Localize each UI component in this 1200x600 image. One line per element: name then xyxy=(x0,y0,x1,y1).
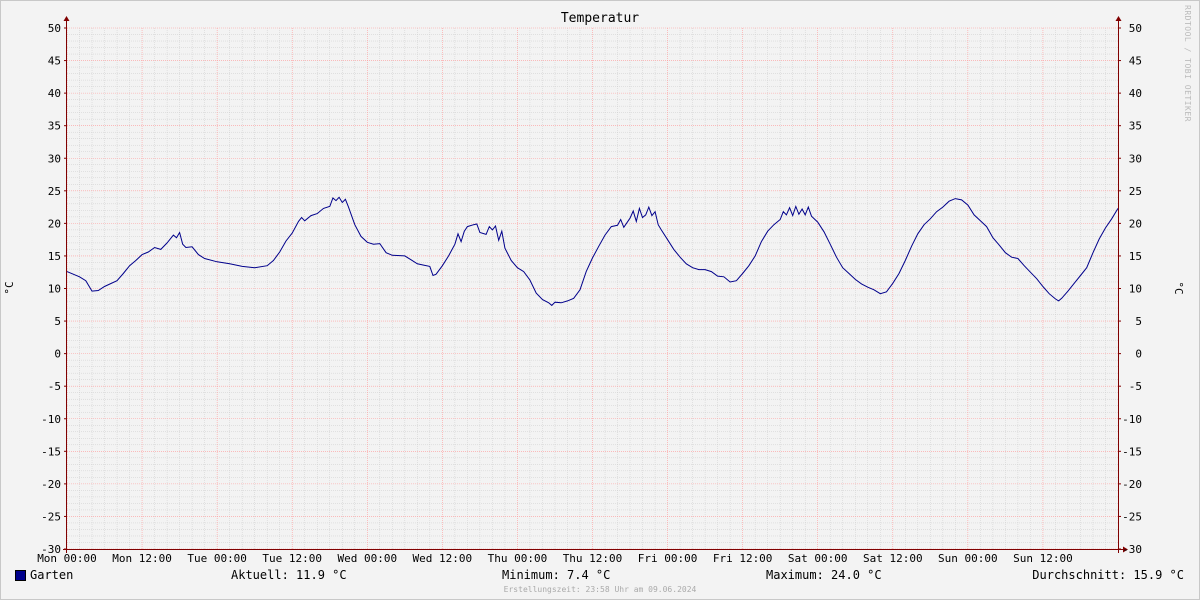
y-tick-label-left: 40 xyxy=(48,87,61,100)
rrdtool-watermark: RRDTOOL / TOBI OETIKER xyxy=(1183,5,1192,122)
y-tick-label-left: 30 xyxy=(48,152,61,165)
x-tick-label: Thu 12:00 xyxy=(563,552,623,565)
y-tick-label-right: 45 xyxy=(1129,55,1142,68)
y-tick-label-right: 30 xyxy=(1129,152,1142,165)
y-tick-label-left: 5 xyxy=(54,315,61,328)
x-tick-label: Mon 00:00 xyxy=(37,552,97,565)
y-tick-labels-right: 50454035302520151050-5-10-15-20-25-30 xyxy=(1122,22,1142,556)
temperature-chart: 50454035302520151050-5-10-15-20-25-30 50… xyxy=(3,16,1185,565)
y-tick-label-left: -20 xyxy=(41,478,61,491)
legend-maximum: Maximum: 24.0 °C xyxy=(766,568,882,582)
x-tick-label: Wed 12:00 xyxy=(413,552,473,565)
y-tick-label-right: -5 xyxy=(1129,380,1142,393)
x-tick-label: Fri 12:00 xyxy=(713,552,773,565)
legend-minimum: Minimum: 7.4 °C xyxy=(502,568,611,582)
y-tick-label-left: 45 xyxy=(48,55,61,68)
y-tick-label-left: -25 xyxy=(41,510,61,523)
y-tick-label-right: 15 xyxy=(1129,250,1142,263)
y-tick-label-right: 0 xyxy=(1135,348,1142,361)
y-axis-label-right: °C xyxy=(1172,281,1185,294)
y-tick-label-right: 25 xyxy=(1129,185,1142,198)
y-tick-label-right: -10 xyxy=(1122,413,1142,426)
x-tick-label: Sat 12:00 xyxy=(863,552,923,565)
y-tick-label-right: -25 xyxy=(1122,510,1142,523)
creation-timestamp: Erstellungszeit: 23:58 Uhr am 09.06.2024 xyxy=(503,585,697,594)
y-tick-labels-left: 50454035302520151050-5-10-15-20-25-30 xyxy=(41,22,61,556)
chart-title: Temperatur xyxy=(560,11,640,26)
axes xyxy=(63,16,1128,553)
x-tick-label: Tue 00:00 xyxy=(187,552,247,565)
y-tick-label-left: 35 xyxy=(48,120,61,133)
y-tick-label-right: -30 xyxy=(1122,543,1142,556)
series-line-garten xyxy=(66,196,1119,307)
x-tick-label: Tue 12:00 xyxy=(262,552,322,565)
x-tick-label: Sat 00:00 xyxy=(788,552,848,565)
legend-aktuell: Aktuell: 11.9 °C xyxy=(231,568,347,582)
legend-durchschnitt: Durchschnitt: 15.9 °C xyxy=(1032,568,1184,582)
grid xyxy=(66,27,1118,550)
legend-series-name: Garten xyxy=(30,568,74,582)
legend-swatch-garten xyxy=(15,570,26,581)
x-tick-label: Fri 00:00 xyxy=(638,552,698,565)
y-tick-label-left: -10 xyxy=(41,413,61,426)
y-tick-label-left: 0 xyxy=(54,348,61,361)
x-tick-label: Wed 00:00 xyxy=(337,552,397,565)
x-tick-label: Sun 12:00 xyxy=(1013,552,1073,565)
y-tick-label-right: 20 xyxy=(1129,217,1142,230)
x-tick-label: Sun 00:00 xyxy=(938,552,998,565)
y-tick-label-right: 35 xyxy=(1129,120,1142,133)
y-tick-label-left: 10 xyxy=(48,283,61,296)
x-tick-labels: Mon 00:00 Mon 12:00 Tue 00:00 Tue 12:00 Wed … xyxy=(37,552,1073,565)
y-tick-label-left: 15 xyxy=(48,250,61,263)
y-tick-label-right: 5 xyxy=(1135,315,1142,328)
y-axis-label-left: °C xyxy=(3,281,16,294)
y-tick-label-left: 25 xyxy=(48,185,61,198)
y-tick-label-left: -15 xyxy=(41,445,61,458)
y-tick-label-right: -15 xyxy=(1122,445,1142,458)
y-tick-label-right: -20 xyxy=(1122,478,1142,491)
y-tick-label-right: 10 xyxy=(1129,283,1142,296)
y-tick-label-left: -5 xyxy=(48,380,61,393)
y-tick-label-right: 40 xyxy=(1129,87,1142,100)
x-tick-label: Thu 00:00 xyxy=(488,552,548,565)
y-tick-label-left: 20 xyxy=(48,217,61,230)
x-tick-label: Mon 12:00 xyxy=(112,552,172,565)
